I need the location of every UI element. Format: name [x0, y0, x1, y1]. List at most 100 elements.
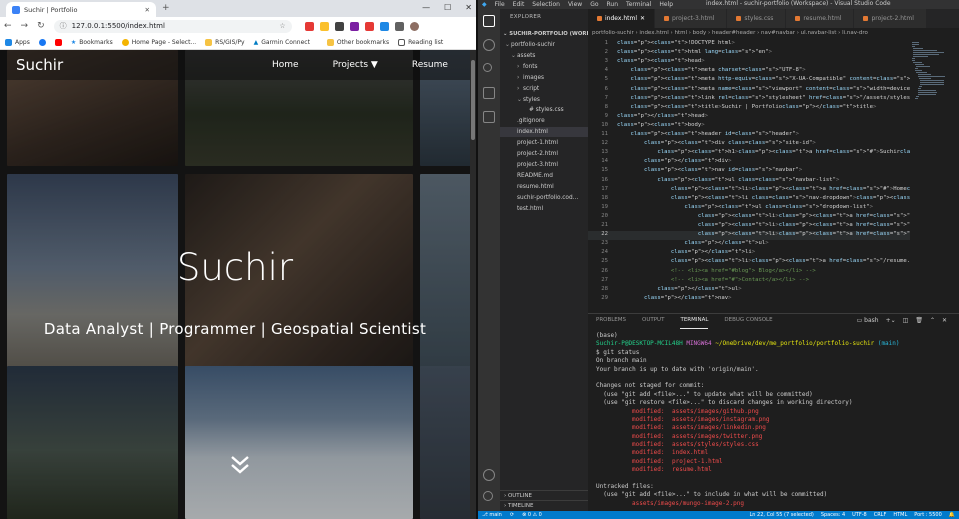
back-icon[interactable]: ← [4, 21, 12, 31]
bell-icon[interactable]: 🔔 [949, 512, 955, 518]
youtube-icon[interactable] [54, 38, 62, 46]
facebook-icon[interactable] [38, 38, 46, 46]
tab-problems[interactable]: PROBLEMS [596, 317, 626, 329]
close-tab-icon[interactable]: ✕ [145, 6, 150, 14]
terminal-output[interactable]: (base) Suchir-P@DESKTOP-MCIL48H MINGW64 … [596, 332, 956, 508]
minimize-icon[interactable]: — [422, 3, 430, 12]
minimap[interactable] [910, 39, 952, 311]
extension-icon[interactable] [379, 21, 389, 31]
extension-icon[interactable] [304, 21, 314, 31]
outline-section[interactable]: › OUTLINE [500, 490, 588, 500]
menu-edit[interactable]: Edit [513, 1, 525, 8]
extension-icon[interactable] [319, 21, 329, 31]
maximize-icon[interactable]: ☐ [444, 3, 451, 12]
site-brand[interactable]: Suchir [16, 56, 63, 74]
sync-icon[interactable]: ⟳ [510, 512, 514, 518]
puzzle-icon[interactable] [394, 21, 404, 31]
tab-output[interactable]: OUTPUT [642, 317, 664, 329]
close-icon[interactable]: ✕ [640, 15, 645, 22]
language-mode[interactable]: HTML [893, 512, 907, 518]
bookmark-home[interactable]: Home Page - Select... [121, 38, 196, 46]
close-panel-icon[interactable]: ✕ [942, 317, 947, 324]
menu-run[interactable]: Run [607, 1, 619, 8]
tree-item[interactable]: › fonts [500, 62, 588, 72]
trash-icon[interactable]: 🗑 [915, 317, 923, 324]
menu-selection[interactable]: Selection [532, 1, 560, 8]
encoding[interactable]: UTF-8 [852, 512, 867, 518]
timeline-section[interactable]: › TIMELINE [500, 500, 588, 510]
tree-item[interactable]: suchir-portfolio.cod... [500, 193, 588, 203]
browser-tab[interactable]: Suchir | Portfolio ✕ [6, 2, 156, 17]
tree-item[interactable]: index.html [500, 127, 588, 138]
workspace-root[interactable]: ⌄ SUCHIR-PORTFOLIO (WORKSPACE) [500, 29, 612, 39]
menu-terminal[interactable]: Terminal [626, 1, 651, 8]
bookmark-apps[interactable]: Apps [5, 38, 30, 46]
scroll-down-icon[interactable] [229, 454, 251, 476]
problems-indicator[interactable]: ⊗ 0 ⚠ 0 [522, 512, 542, 518]
branch-indicator[interactable]: ⎇ main [482, 512, 502, 518]
menu-go[interactable]: Go [590, 1, 598, 8]
indentation[interactable]: Spaces: 4 [821, 512, 845, 518]
new-terminal-icon[interactable]: +⌄ [886, 317, 896, 324]
tree-item[interactable]: project-2.html [500, 149, 588, 159]
explorer-icon[interactable] [483, 15, 495, 27]
editor-tab[interactable]: resume.html [786, 9, 855, 28]
live-server-port[interactable]: Port : 5500 [914, 512, 942, 518]
extensions-icon[interactable] [483, 111, 495, 123]
tree-item[interactable]: › script [500, 84, 588, 94]
gear-icon[interactable] [483, 491, 493, 501]
search-icon[interactable] [483, 39, 495, 51]
scrollbar-thumb[interactable] [471, 60, 475, 140]
code-editor[interactable]: 1 class="p"><class="t">!DOCTYPE html> 2 cla… [588, 39, 910, 311]
address-bar[interactable]: ⓘ 127.0.0.1:5500/index.html ☆ [53, 19, 292, 33]
tree-item[interactable]: ⌄styles [500, 95, 588, 105]
editor-tab[interactable]: project-2.html [854, 9, 927, 28]
run-debug-icon[interactable] [483, 87, 495, 99]
extension-icon[interactable] [349, 21, 359, 31]
bookmark-folder[interactable]: ★ Bookmarks [71, 39, 113, 46]
cursor-position[interactable]: Ln 22, Col 55 (7 selected) [749, 512, 813, 518]
forward-icon[interactable]: → [21, 21, 29, 31]
tree-item[interactable]: .gitignore [500, 116, 588, 126]
nav-resume[interactable]: Resume [412, 60, 448, 70]
tab-terminal[interactable]: TERMINAL [680, 317, 709, 329]
menu-view[interactable]: View [568, 1, 582, 8]
extension-icon[interactable] [334, 21, 344, 31]
tree-item[interactable]: README.md [500, 171, 588, 181]
tree-item[interactable]: project-3.html [500, 160, 588, 170]
account-icon[interactable] [483, 469, 495, 481]
tree-item[interactable]: ⌄portfolio-suchir [500, 40, 588, 50]
menu-file[interactable]: File [495, 1, 505, 8]
bookmark-other[interactable]: Other bookmarks [326, 38, 389, 46]
breadcrumb[interactable]: portfolio-suchir › index.html › html › b… [588, 28, 959, 39]
bookmark-rsgis[interactable]: RS/GIS/Py [205, 38, 245, 46]
bookmark-reading-list[interactable]: Reading list [398, 38, 443, 46]
terminal-shell-selector[interactable]: ▭ bash [857, 317, 879, 324]
maximize-panel-icon[interactable]: ⌃ [930, 317, 935, 324]
tree-item[interactable]: resume.html [500, 182, 588, 192]
tree-item[interactable]: › images [500, 73, 588, 83]
tree-item[interactable]: # styles.css [500, 105, 588, 115]
extension-icon[interactable] [364, 21, 374, 31]
editor-tab[interactable]: styles.css [727, 9, 787, 28]
info-icon[interactable]: ⓘ [60, 21, 67, 31]
tree-item[interactable]: test.html [500, 204, 588, 214]
menu-help[interactable]: Help [659, 1, 673, 8]
nav-home[interactable]: Home [272, 60, 299, 70]
tree-item[interactable]: project-1.html [500, 138, 588, 148]
avatar[interactable] [409, 21, 419, 31]
new-tab-icon[interactable]: + [162, 3, 170, 13]
nav-projects[interactable]: Projects ▼ [333, 60, 378, 70]
close-window-icon[interactable]: ✕ [465, 3, 472, 12]
tab-debug-console[interactable]: DEBUG CONSOLE [724, 317, 772, 329]
source-control-icon[interactable] [483, 63, 492, 72]
tree-item[interactable]: ⌄assets [500, 51, 588, 61]
bookmark-garmin[interactable]: ▲ Garmin Connect [254, 39, 310, 46]
star-icon[interactable]: ☆ [279, 22, 285, 30]
editor-tab[interactable]: project-3.html [655, 9, 728, 28]
line-ending[interactable]: CRLF [874, 512, 887, 518]
split-terminal-icon[interactable]: ◫ [903, 317, 909, 324]
reload-icon[interactable]: ↻ [37, 21, 45, 31]
bookmarks-bar: Apps ★ Bookmarks Home Page - Select... RS… [0, 35, 476, 50]
editor-tab[interactable]: index.html ✕ [588, 9, 656, 28]
